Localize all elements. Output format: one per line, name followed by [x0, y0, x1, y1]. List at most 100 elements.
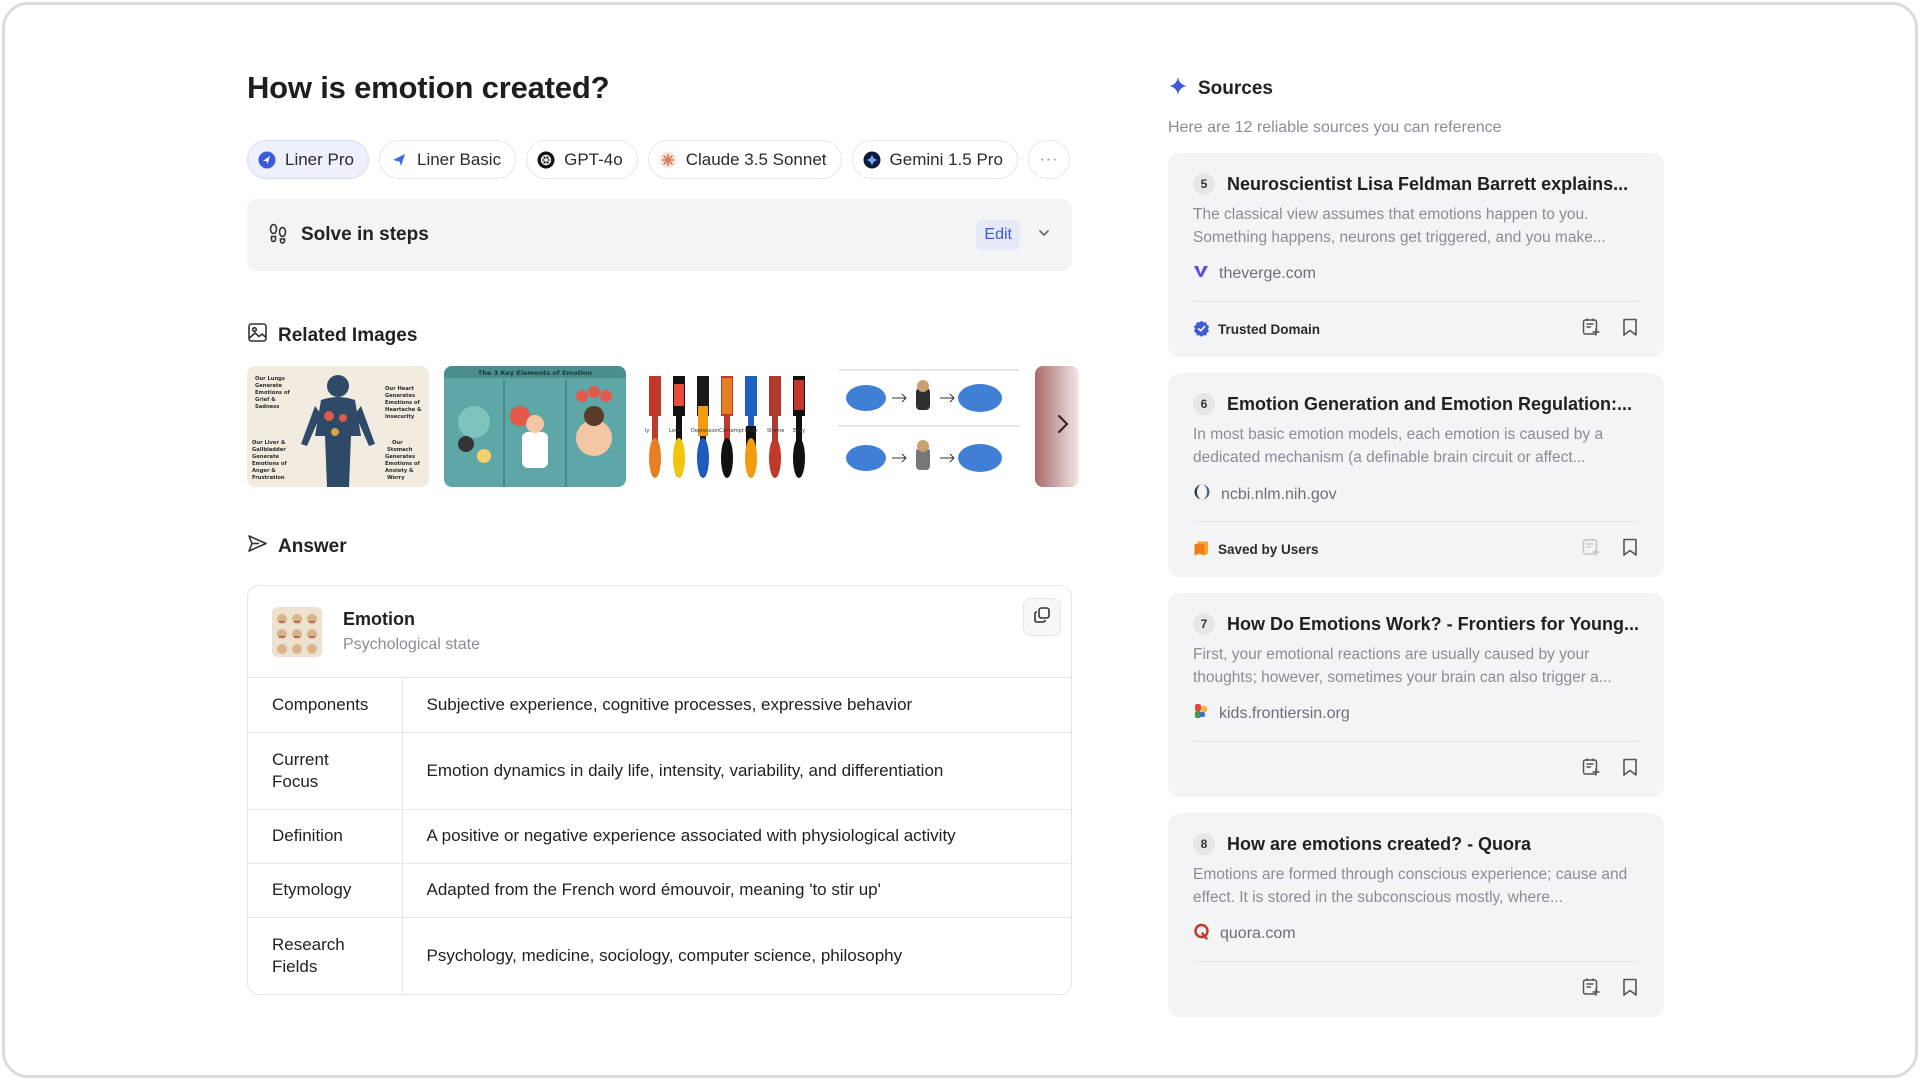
source-card[interactable]: 7 How Do Emotions Work? - Frontiers for …	[1168, 593, 1664, 797]
source-title[interactable]: Emotion Generation and Emotion Regulatio…	[1227, 394, 1632, 415]
model-label: Gemini 1.5 Pro	[889, 149, 1003, 169]
add-to-notes-icon[interactable]	[1581, 977, 1601, 1002]
svg-text:The 3 Key Elements of Emotion: The 3 Key Elements of Emotion	[478, 369, 593, 377]
source-title[interactable]: How are emotions created? - Quora	[1227, 834, 1531, 855]
svg-text:Heartache &: Heartache &	[385, 407, 422, 413]
sources-title: Sources	[1198, 78, 1273, 99]
model-label: Claude 3.5 Sonnet	[685, 149, 827, 169]
answer-title: Answer	[278, 535, 347, 557]
model-chip-liner-pro[interactable]: Liner Pro	[247, 140, 369, 179]
openai-icon	[537, 151, 555, 169]
copy-icon	[1033, 606, 1051, 629]
chevron-down-icon[interactable]	[1036, 225, 1052, 246]
source-number: 5	[1193, 173, 1215, 195]
sources-subtitle: Here are 12 reliable sources you can ref…	[1168, 119, 1502, 136]
svg-text:Pride: Pride	[745, 428, 758, 434]
source-domain[interactable]: kids.frontiersin.org	[1219, 705, 1350, 723]
saved-by-users-badge: Saved by Users	[1193, 540, 1581, 560]
entity-thumbnail	[272, 606, 322, 657]
sources-panel: Sources Here are 12 reliable sources you…	[1168, 76, 1664, 1017]
related-image-three-elements[interactable]: The 3 Key Elements of Emotion	[444, 366, 626, 487]
related-image-thought-diagram[interactable]	[838, 366, 1020, 487]
source-description: First, your emotional reactions are usua…	[1193, 646, 1612, 686]
answer-header: Answer	[247, 533, 1072, 560]
source-description: Emotions are formed through conscious ex…	[1193, 866, 1628, 906]
table-row: Components Subjective experience, cognit…	[248, 678, 1071, 732]
related-image-body-heatmaps[interactable]: ly Love Depression Contempt Pride Shame Envy	[641, 366, 823, 487]
copy-button[interactable]	[1023, 598, 1061, 636]
table-row: Definition A positive or negative experi…	[248, 808, 1071, 863]
source-card[interactable]: 6 Emotion Generation and Emotion Regulat…	[1168, 373, 1664, 577]
edit-button[interactable]: Edit	[976, 220, 1020, 250]
model-chip-liner-basic[interactable]: Liner Basic	[378, 140, 517, 179]
fact-key: Definition	[248, 808, 403, 863]
source-description: The classical view assumes that emotions…	[1193, 206, 1606, 246]
related-image-body-organs[interactable]: Our Lungs Generate Emotions of Grief & Sadne…	[247, 366, 429, 487]
source-description: In most basic emotion models, each emoti…	[1193, 426, 1604, 466]
carousel-next-button[interactable]	[1049, 412, 1077, 440]
source-domain[interactable]: quora.com	[1220, 925, 1296, 943]
footsteps-icon	[267, 222, 289, 249]
more-icon: ···	[1039, 150, 1059, 168]
source-card[interactable]: 8 How are emotions created? - Quora Emot…	[1168, 813, 1664, 1017]
svg-text:Our Lungs: Our Lungs	[255, 376, 285, 382]
fact-key: Research Fields	[248, 916, 403, 994]
model-selector: Liner Pro Liner Basic GPT-4o Claude 3.5 …	[247, 140, 1072, 179]
svg-text:Anxiety &: Anxiety &	[385, 468, 414, 474]
svg-text:Emotions of: Emotions of	[252, 461, 287, 467]
svg-text:Our: Our	[392, 440, 403, 446]
claude-icon	[659, 151, 677, 169]
svg-text:Frustration: Frustration	[252, 475, 285, 481]
fact-value: A positive or negative experience associ…	[402, 808, 1071, 863]
svg-text:Generates: Generates	[385, 393, 415, 399]
svg-text:Love: Love	[669, 428, 681, 434]
svg-text:Generate: Generate	[252, 454, 280, 460]
bookmark-icon[interactable]	[1621, 977, 1639, 1002]
svg-text:Our Liver &: Our Liver &	[252, 440, 286, 446]
badge-label: Saved by Users	[1218, 542, 1319, 557]
bookmark-icon[interactable]	[1621, 757, 1639, 782]
bookmark-icon[interactable]	[1621, 317, 1639, 342]
bookmark-icon[interactable]	[1621, 537, 1639, 562]
entity-subtitle: Psychological state	[343, 636, 480, 653]
main-column: How is emotion created? Liner Pro Liner …	[247, 70, 1079, 995]
badge-label: Trusted Domain	[1218, 322, 1321, 337]
svg-text:Gallbladder: Gallbladder	[252, 447, 286, 453]
svg-text:ly: ly	[645, 428, 649, 434]
svg-text:Stomach: Stomach	[387, 447, 413, 453]
entity-facts-table: Components Subjective experience, cognit…	[248, 678, 1071, 994]
gemini-icon	[863, 151, 881, 169]
model-chip-gpt-4o[interactable]: GPT-4o	[526, 140, 638, 179]
liner-pro-icon	[258, 151, 276, 169]
model-chip-gemini[interactable]: Gemini 1.5 Pro	[851, 140, 1018, 179]
fact-value: Emotion dynamics in daily life, intensit…	[402, 731, 1071, 809]
svg-text:Grief &: Grief &	[255, 397, 276, 403]
solve-in-steps-panel[interactable]: Solve in steps Edit	[247, 199, 1072, 271]
more-models-button[interactable]: ···	[1027, 140, 1070, 179]
add-to-notes-icon[interactable]	[1581, 757, 1601, 782]
add-to-notes-icon[interactable]	[1581, 537, 1601, 562]
source-domain[interactable]: theverge.com	[1219, 265, 1316, 283]
fact-value: Subjective experience, cognitive process…	[426, 694, 913, 714]
source-title[interactable]: Neuroscientist Lisa Feldman Barrett expl…	[1227, 174, 1628, 195]
chevron-right-icon	[1056, 414, 1070, 439]
source-card[interactable]: 5 Neuroscientist Lisa Feldman Barrett ex…	[1168, 153, 1664, 357]
related-images-title: Related Images	[278, 324, 418, 346]
saved-bookmark-icon	[1193, 540, 1210, 560]
model-label: Liner Pro	[285, 149, 354, 169]
answer-card: Emotion Psychological state Components S…	[247, 585, 1072, 995]
model-chip-claude[interactable]: Claude 3.5 Sonnet	[647, 140, 842, 179]
add-to-notes-icon[interactable]	[1581, 317, 1601, 342]
source-title[interactable]: How Do Emotions Work? - Frontiers for Yo…	[1227, 614, 1639, 635]
frontiers-favicon-icon	[1193, 703, 1209, 724]
svg-text:Emotions of: Emotions of	[255, 390, 290, 396]
ncbi-favicon-icon	[1193, 483, 1211, 506]
svg-text:Emotions of: Emotions of	[385, 400, 420, 406]
svg-text:Insecurity: Insecurity	[385, 414, 415, 420]
fact-value: Psychology, medicine, sociology, compute…	[402, 916, 1071, 994]
table-row: Research Fields Psychology, medicine, so…	[248, 916, 1071, 994]
related-images-carousel: Our Lungs Generate Emotions of Grief & Sadne…	[247, 366, 1087, 487]
source-number: 6	[1193, 393, 1215, 415]
table-row: Etymology Adapted from the French word é…	[248, 862, 1071, 917]
source-domain[interactable]: ncbi.nlm.nih.gov	[1221, 486, 1337, 504]
